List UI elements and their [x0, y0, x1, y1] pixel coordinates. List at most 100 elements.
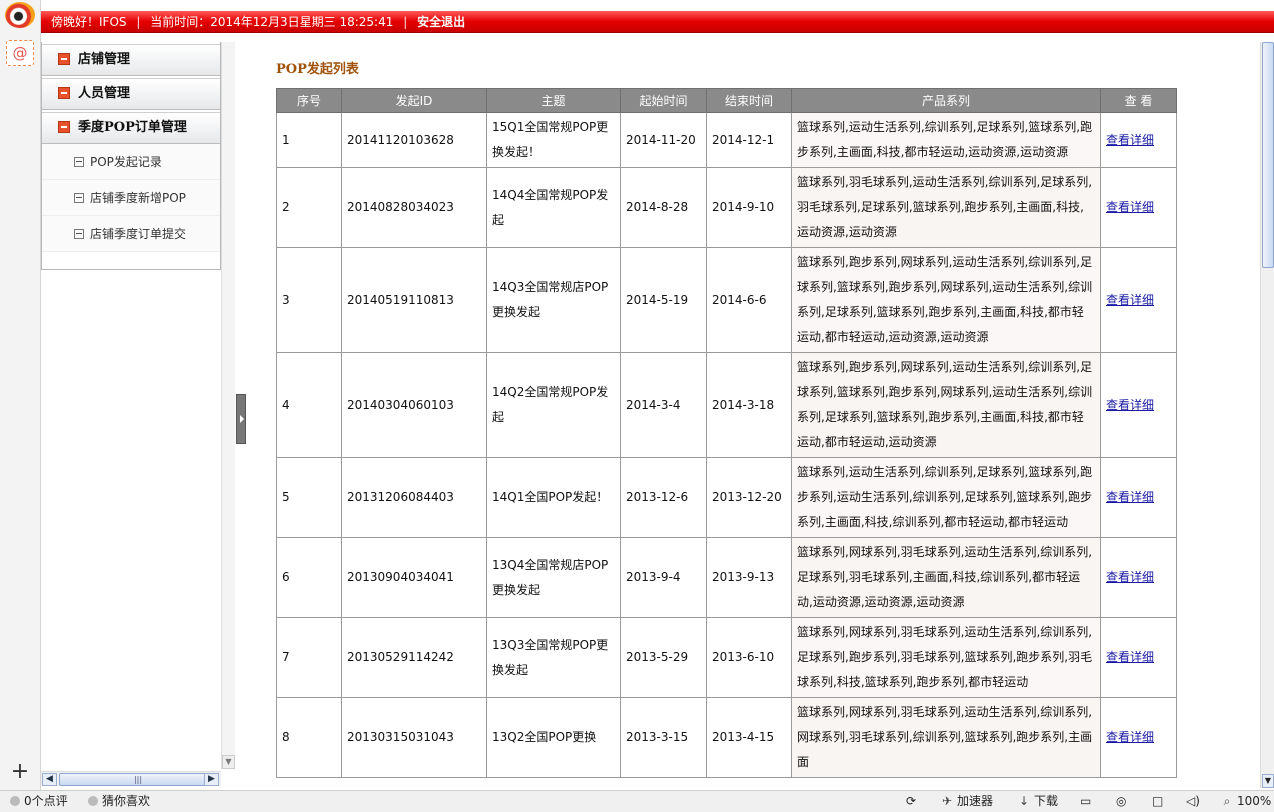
- comments-status[interactable]: 0个点评: [10, 791, 68, 812]
- fullscreen-icon[interactable]: □: [1152, 791, 1163, 812]
- table-row: 2 20140828034023 14Q4全国常规POP发起 2014-8-28 201…: [276, 167, 1177, 248]
- guess-label: 猜你喜欢: [102, 794, 151, 808]
- zoom-icon: ⌕: [1223, 794, 1231, 808]
- collapse-icon: [58, 120, 70, 133]
- logout-link[interactable]: 安全退出: [417, 15, 465, 29]
- add-icon[interactable]: +: [10, 761, 30, 783]
- cell-start: 2014-11-20: [620, 112, 707, 168]
- cell-end: 2014-9-10: [706, 167, 792, 248]
- cell-products: 篮球系列,网球系列,羽毛球系列,运动生活系列,综训系列,足球系列,跑步系列,羽毛…: [791, 617, 1101, 698]
- column-header: 主题: [486, 88, 621, 113]
- left-horizontal-scrollbar[interactable]: ◀ ||| ▶: [41, 771, 221, 786]
- download-button[interactable]: ↓ 下载: [1017, 791, 1058, 812]
- separator: |: [136, 15, 141, 29]
- cell-products: 篮球系列,网球系列,羽毛球系列,运动生活系列,综训系列,足球系列,羽毛球系列,主…: [791, 537, 1101, 618]
- window-icon[interactable]: ▭: [1080, 791, 1091, 812]
- menu-head-store[interactable]: 店铺管理: [42, 44, 220, 76]
- zoom-label: 100%: [1237, 794, 1272, 808]
- status-bar: 0个点评 猜你喜欢 ⟳ ✈ 加速器 ↓ 下载 ▭ ◎ □ ◁) ⌕ 100%: [0, 790, 1274, 812]
- cell-no: 3: [276, 247, 342, 353]
- menu-head-label: 季度POP订单管理: [78, 120, 187, 135]
- cell-id: 20131206084403: [341, 457, 487, 538]
- collapse-icon: [58, 86, 70, 99]
- cell-end: 2014-6-6: [706, 247, 792, 353]
- cell-no: 1: [276, 112, 342, 168]
- cell-view: 查看详细: [1100, 457, 1177, 538]
- column-header: 起始时间: [620, 88, 707, 113]
- cell-start: 2014-3-4: [620, 352, 707, 458]
- menu-head-staff[interactable]: 人员管理: [42, 78, 220, 110]
- pop-table: 序号 发起ID 主题 起始时间 结束时间 产品系列 查 看 1 201411201…: [276, 88, 1177, 778]
- rocket-icon: ✈: [941, 794, 953, 808]
- comments-label: 0个点评: [24, 794, 68, 808]
- weibo-icon[interactable]: [5, 2, 35, 28]
- view-detail-link[interactable]: 查看详细: [1106, 293, 1154, 307]
- scroll-down-icon[interactable]: ▼: [1262, 774, 1274, 788]
- main-content: POP发起列表 序号 发起ID 主题 起始时间 结束时间 产品系列 查 看 12…: [247, 42, 1260, 788]
- zoom-control[interactable]: ⌕ 100%: [1220, 791, 1272, 812]
- cell-products: 篮球系列,网球系列,羽毛球系列,运动生活系列,综训系列,网球系列,羽毛球系列,综…: [791, 697, 1101, 778]
- cell-end: 2013-6-10: [706, 617, 792, 698]
- menu-head-label: 人员管理: [78, 86, 131, 101]
- collapse-icon: [58, 52, 70, 65]
- menu-head-pop-orders[interactable]: 季度POP订单管理: [42, 112, 220, 144]
- cell-subject: 14Q1全国POP发起！: [486, 457, 621, 538]
- view-detail-link[interactable]: 查看详细: [1106, 570, 1154, 584]
- menu-item-label: 店铺季度新增POP: [90, 191, 186, 205]
- cell-end: 2014-12-1: [706, 112, 792, 168]
- browser-icon[interactable]: ◎: [1116, 791, 1126, 812]
- refresh-icon[interactable]: ⟳: [906, 791, 916, 812]
- scroll-down-icon[interactable]: ▼: [222, 755, 235, 769]
- header-bar: 傍晚好！IFOS | 当前时间：2014年12月3日星期三 18:25:41 |…: [41, 11, 1274, 33]
- download-label: 下载: [1034, 794, 1059, 808]
- menu-item-new-pop[interactable]: 店铺季度新增POP: [42, 180, 220, 216]
- cell-view: 查看详细: [1100, 167, 1177, 248]
- cell-start: 2013-5-29: [620, 617, 707, 698]
- view-detail-link[interactable]: 查看详细: [1106, 490, 1154, 504]
- column-header: 序号: [276, 88, 342, 113]
- volume-icon[interactable]: ◁): [1186, 791, 1200, 812]
- scroll-thumb[interactable]: [1262, 42, 1274, 268]
- left-vertical-scrollbar[interactable]: ▼: [221, 42, 235, 769]
- panel-splitter[interactable]: [236, 394, 246, 444]
- view-detail-link[interactable]: 查看详细: [1106, 650, 1154, 664]
- guess-you-like[interactable]: 猜你喜欢: [88, 791, 150, 812]
- cell-id: 20140519110813: [341, 247, 487, 353]
- scroll-left-icon[interactable]: ◀: [42, 773, 57, 786]
- mention-icon[interactable]: @: [6, 40, 34, 66]
- view-detail-link[interactable]: 查看详细: [1106, 730, 1154, 744]
- current-time-text: 当前时间：2014年12月3日星期三 18:25:41: [150, 15, 394, 29]
- menu-item-pop-records[interactable]: POP发起记录: [42, 144, 220, 180]
- view-detail-link[interactable]: 查看详细: [1106, 200, 1154, 214]
- menu-item-order-submit[interactable]: 店铺季度订单提交: [42, 216, 220, 252]
- cell-id: 20130315031043: [341, 697, 487, 778]
- main-vertical-scrollbar[interactable]: ▼: [1260, 42, 1274, 788]
- column-header: 产品系列: [791, 88, 1101, 113]
- cell-end: 2013-9-13: [706, 537, 792, 618]
- guess-icon: [88, 795, 98, 806]
- cell-subject: 13Q4全国常规店POP更换发起: [486, 537, 621, 618]
- accelerator-button[interactable]: ✈ 加速器: [940, 791, 993, 812]
- scroll-thumb[interactable]: |||: [59, 773, 217, 786]
- browser-sidebar: @ +: [0, 0, 41, 790]
- column-header: 结束时间: [706, 88, 792, 113]
- view-detail-link[interactable]: 查看详细: [1106, 133, 1154, 147]
- menu-head-label: 店铺管理: [78, 52, 131, 67]
- separator: |: [403, 15, 408, 29]
- cell-subject: 13Q3全国常规POP更换发起: [486, 617, 621, 698]
- cell-no: 6: [276, 537, 342, 618]
- cell-subject: 13Q2全国POP更换: [486, 697, 621, 778]
- cell-view: 查看详细: [1100, 112, 1177, 168]
- table-row: 6 20130904034041 13Q4全国常规店POP更换发起 2013-9-4 2…: [276, 537, 1177, 618]
- cell-products: 篮球系列,运动生活系列,综训系列,足球系列,篮球系列,跑步系列,运动生活系列,综…: [791, 457, 1101, 538]
- cell-view: 查看详细: [1100, 537, 1177, 618]
- view-detail-link[interactable]: 查看详细: [1106, 398, 1154, 412]
- cell-no: 7: [276, 617, 342, 698]
- cell-start: 2013-3-15: [620, 697, 707, 778]
- cell-subject: 14Q2全国常规POP发起: [486, 352, 621, 458]
- cell-no: 4: [276, 352, 342, 458]
- table-row: 3 20140519110813 14Q3全国常规店POP更换发起 2014-5-19…: [276, 247, 1177, 353]
- tree-node-icon: [74, 192, 84, 203]
- scroll-right-icon[interactable]: ▶: [204, 773, 219, 786]
- table-header-row: 序号 发起ID 主题 起始时间 结束时间 产品系列 查 看: [276, 88, 1177, 113]
